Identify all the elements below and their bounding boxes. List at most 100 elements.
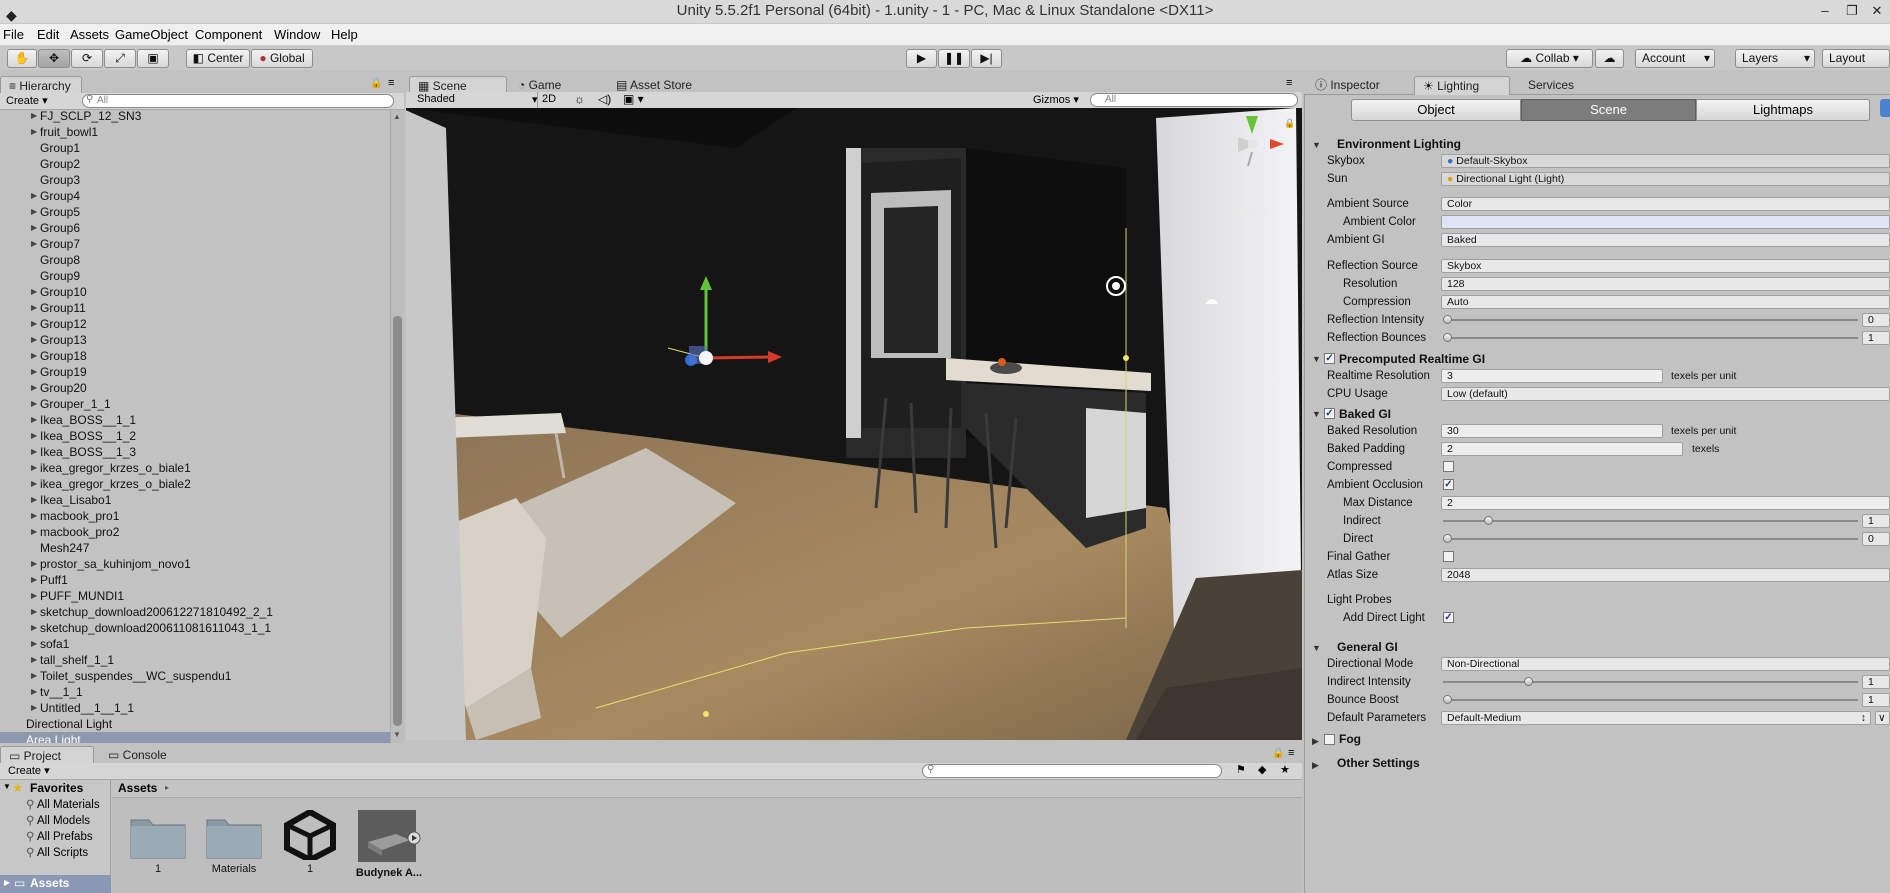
fog-fold-icon[interactable]: ▶ bbox=[1312, 736, 1319, 747]
audio-toggle-icon[interactable]: ◁) bbox=[598, 92, 611, 106]
cpu-usage-dropdown[interactable]: Low (default) bbox=[1441, 387, 1890, 401]
hierarchy-item[interactable]: ▶ prostor_sa_kuhinjom_novo1 bbox=[0, 556, 390, 572]
favorite-item[interactable]: ⚲ All Prefabs bbox=[26, 829, 100, 845]
menu-help[interactable]: Help bbox=[331, 27, 358, 42]
hierarchy-item[interactable]: ▶ PUFF_MUNDI1 bbox=[0, 588, 390, 604]
gizmos-dropdown[interactable]: Gizmos ▾ bbox=[1033, 93, 1079, 106]
reflection-bounces-field[interactable]: 1 bbox=[1862, 331, 1890, 345]
expand-arrow-icon[interactable]: ▶ bbox=[31, 684, 37, 700]
reflection-source-dropdown[interactable]: Skybox bbox=[1441, 259, 1890, 273]
favorite-item[interactable]: ⚲ All Materials bbox=[26, 797, 100, 813]
tab-lighting[interactable]: ☀ Lighting bbox=[1414, 76, 1510, 95]
expand-arrow-icon[interactable]: ▶ bbox=[31, 700, 37, 716]
hierarchy-item[interactable]: ▶ Group7 bbox=[0, 236, 390, 252]
hierarchy-item[interactable]: ▶ FJ_SCLP_12_SN3 bbox=[0, 110, 390, 124]
scroll-down-icon[interactable]: ▼ bbox=[393, 730, 401, 739]
favorite-item[interactable]: ⚲ All Models bbox=[26, 813, 100, 829]
atlas-size-dropdown[interactable]: 2048 bbox=[1441, 568, 1890, 582]
effects-toggle-icon[interactable]: ▣ ▾ bbox=[623, 92, 644, 106]
expand-arrow-icon[interactable]: ▶ bbox=[31, 572, 37, 588]
hierarchy-item[interactable]: ▶ fruit_bowl1 bbox=[0, 124, 390, 140]
realtime-resolution-field[interactable]: 3 bbox=[1441, 369, 1663, 383]
hierarchy-item[interactable]: ▶ Group5 bbox=[0, 204, 390, 220]
collab-dropdown[interactable]: ☁ Collab ▾ bbox=[1506, 49, 1593, 68]
hierarchy-item[interactable]: ▶ Ikea_BOSS__1_3 bbox=[0, 444, 390, 460]
hierarchy-item[interactable]: ▶ Ikea_BOSS__1_2 bbox=[0, 428, 390, 444]
rect-tool-icon[interactable]: ▣ bbox=[137, 49, 169, 68]
slider-knob[interactable] bbox=[1443, 534, 1452, 543]
mode-2d-toggle[interactable]: 2D bbox=[542, 93, 556, 105]
max-distance-field[interactable]: 2 bbox=[1441, 496, 1890, 510]
hierarchy-item[interactable]: ▶ macbook_pro2 bbox=[0, 524, 390, 540]
cloud-button[interactable]: ☁ bbox=[1595, 49, 1624, 68]
baked-resolution-field[interactable]: 30 bbox=[1441, 424, 1663, 438]
directional-mode-dropdown[interactable]: Non-Directional bbox=[1441, 657, 1890, 671]
hierarchy-item-selected[interactable]: Area Light bbox=[0, 732, 390, 743]
hierarchy-item[interactable]: ▶ Group18 bbox=[0, 348, 390, 364]
expand-arrow-icon[interactable]: ▶ bbox=[31, 220, 37, 236]
menu-component[interactable]: Component bbox=[195, 27, 262, 42]
hierarchy-item[interactable]: ▶ ikea_gregor_krzes_o_biale2 bbox=[0, 476, 390, 492]
reflection-bounces-slider[interactable] bbox=[1443, 330, 1858, 346]
hierarchy-item[interactable]: ▶ Ikea_BOSS__1_1 bbox=[0, 412, 390, 428]
env-fold-icon[interactable]: ▼ bbox=[1312, 140, 1321, 150]
hierarchy-item[interactable]: ▶ ikea_gregor_krzes_o_biale1 bbox=[0, 460, 390, 476]
compression-dropdown[interactable]: Auto bbox=[1441, 295, 1890, 309]
assets-tree-item[interactable]: ▶ ▭ Assets bbox=[0, 875, 111, 893]
expand-arrow-icon[interactable]: ▶ bbox=[31, 316, 37, 332]
indirect-intensity-slider[interactable] bbox=[1443, 674, 1858, 690]
skybox-field[interactable]: ● Default-Skybox bbox=[1441, 154, 1890, 168]
slider-knob[interactable] bbox=[1443, 695, 1452, 704]
expand-arrow-icon[interactable]: ▶ bbox=[31, 124, 37, 140]
hierarchy-item[interactable]: ▶ macbook_pro1 bbox=[0, 508, 390, 524]
bounce-boost-slider[interactable] bbox=[1443, 692, 1858, 708]
expand-arrow-icon[interactable]: ▶ bbox=[31, 588, 37, 604]
scrollbar-thumb[interactable] bbox=[393, 316, 402, 726]
search-by-label-icon[interactable]: ◆ bbox=[1258, 763, 1266, 776]
hierarchy-item[interactable]: ▶ Group11 bbox=[0, 300, 390, 316]
expand-arrow-icon[interactable]: ▶ bbox=[31, 492, 37, 508]
hierarchy-item[interactable]: ▶ Group6 bbox=[0, 220, 390, 236]
tab-services[interactable]: Services bbox=[1520, 76, 1582, 95]
shading-dropdown[interactable]: Shaded ▾ bbox=[417, 93, 538, 106]
sun-field[interactable]: ● Directional Light (Light) bbox=[1441, 172, 1890, 186]
segment-lightmaps[interactable]: Lightmaps bbox=[1696, 99, 1870, 121]
favorite-star-icon[interactable]: ★ bbox=[1280, 763, 1290, 776]
other-fold-icon[interactable]: ▶ bbox=[1312, 760, 1319, 771]
baked-fold-icon[interactable]: ▼ bbox=[1312, 409, 1321, 419]
tab-inspector[interactable]: ⓘ Inspector bbox=[1307, 76, 1388, 95]
expand-arrow-icon[interactable]: ▶ bbox=[31, 620, 37, 636]
panel-menu-icon[interactable]: ≡ bbox=[388, 77, 394, 89]
close-icon[interactable]: ✕ bbox=[1864, 0, 1890, 22]
baked-padding-field[interactable]: 2 bbox=[1441, 442, 1683, 456]
step-button[interactable]: ▶| bbox=[971, 49, 1002, 68]
breadcrumb-assets[interactable]: Assets bbox=[118, 781, 157, 795]
expand-arrow-icon[interactable]: ▶ bbox=[31, 236, 37, 252]
rotate-tool-icon[interactable]: ⟳ bbox=[71, 49, 103, 68]
expand-arrow-icon[interactable]: ▶ bbox=[31, 380, 37, 396]
asset-model-budynek[interactable]: Budynek A... bbox=[354, 808, 424, 879]
menu-gameobject[interactable]: GameObject bbox=[115, 27, 188, 42]
scale-tool-icon[interactable]: ⤢ bbox=[104, 49, 136, 68]
menu-window[interactable]: Window bbox=[274, 27, 320, 42]
expand-arrow-icon[interactable]: ▶ bbox=[31, 508, 37, 524]
expand-arrow-icon[interactable]: ▶ bbox=[31, 110, 37, 124]
pivot-center-button[interactable]: ◧ Center bbox=[186, 49, 250, 68]
expand-arrow-icon[interactable]: ▶ bbox=[31, 444, 37, 460]
hierarchy-item[interactable]: ▶ Group10 bbox=[0, 284, 390, 300]
slider-knob[interactable] bbox=[1443, 333, 1452, 342]
hand-tool-icon[interactable]: ✋ bbox=[7, 49, 37, 68]
expand-arrow-icon[interactable]: ▶ bbox=[31, 668, 37, 684]
add-direct-light-checkbox[interactable]: ✓ bbox=[1443, 612, 1454, 623]
expand-arrow-icon[interactable]: ▶ bbox=[31, 396, 37, 412]
expand-arrow-icon[interactable]: ▶ bbox=[31, 476, 37, 492]
ao-direct-field[interactable]: 0 bbox=[1862, 532, 1890, 546]
bounce-boost-field[interactable]: 1 bbox=[1862, 693, 1890, 707]
general-fold-icon[interactable]: ▼ bbox=[1312, 643, 1321, 653]
expand-arrow-icon[interactable]: ▶ bbox=[31, 636, 37, 652]
expand-arrow-icon[interactable]: ▶ bbox=[31, 652, 37, 668]
hierarchy-item[interactable]: ▶ Untitled__1__1_1 bbox=[0, 700, 390, 716]
reflection-intensity-field[interactable]: 0 bbox=[1862, 313, 1890, 327]
realtime-gi-checkbox[interactable]: ✓ bbox=[1324, 353, 1335, 364]
slider-knob[interactable] bbox=[1443, 315, 1452, 324]
